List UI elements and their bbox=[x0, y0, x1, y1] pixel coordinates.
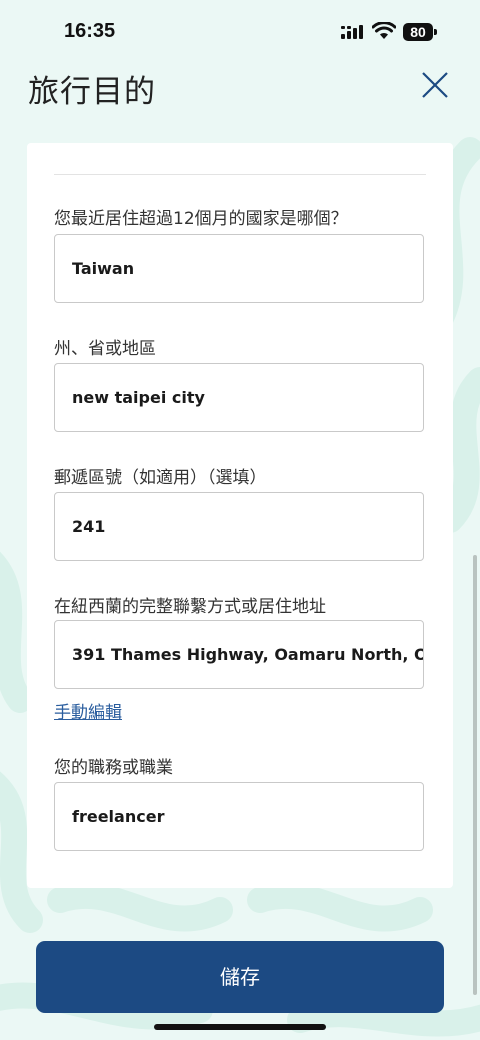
state-province-label: 州、省或地區 bbox=[54, 339, 156, 359]
form-card: 您最近居住超過12個月的國家是哪個？ 州、省或地區 郵遞區號（如適用）（選填） … bbox=[27, 143, 453, 888]
occupation-input[interactable] bbox=[55, 783, 423, 850]
battery-cap bbox=[434, 29, 437, 35]
app-screen: 16:35 80 旅行目的 您最近居住超過12個月的國家是哪個？ Taiwan … bbox=[0, 0, 480, 1040]
divider bbox=[54, 174, 426, 175]
wifi-icon bbox=[372, 22, 396, 39]
nz-address-input[interactable] bbox=[55, 621, 423, 688]
save-button[interactable]: 儲存 bbox=[36, 941, 444, 1013]
close-button[interactable] bbox=[414, 66, 454, 106]
nz-address-label: 在紐西蘭的完整聯繫方式或居住地址 bbox=[54, 597, 326, 617]
battery-level: 80 bbox=[410, 24, 426, 40]
nz-address-field[interactable] bbox=[54, 620, 424, 689]
residence-country-field[interactable] bbox=[54, 234, 424, 303]
close-icon bbox=[422, 72, 448, 98]
postal-code-field[interactable] bbox=[54, 492, 424, 561]
state-province-field[interactable] bbox=[54, 363, 424, 432]
cellular-signal-icon bbox=[341, 25, 363, 39]
residence-country-input[interactable] bbox=[55, 235, 423, 302]
manual-edit-link[interactable]: 手動編輯 bbox=[54, 698, 122, 723]
occupation-field[interactable] bbox=[54, 782, 424, 851]
postal-code-input[interactable] bbox=[55, 493, 423, 560]
page-title: 旅行目的 bbox=[28, 74, 156, 110]
status-time: 16:35 bbox=[64, 20, 116, 42]
occupation-label: 您的職務或職業 bbox=[54, 758, 173, 778]
residence-country-label: 您最近居住超過12個月的國家是哪個？ bbox=[54, 209, 348, 229]
battery-icon: 80 bbox=[403, 23, 433, 41]
state-province-input[interactable] bbox=[55, 364, 423, 431]
scrollbar[interactable] bbox=[473, 555, 477, 995]
status-bar: 16:35 80 bbox=[0, 0, 480, 64]
home-indicator[interactable] bbox=[154, 1024, 326, 1030]
postal-code-label: 郵遞區號（如適用）（選填） bbox=[54, 468, 267, 488]
